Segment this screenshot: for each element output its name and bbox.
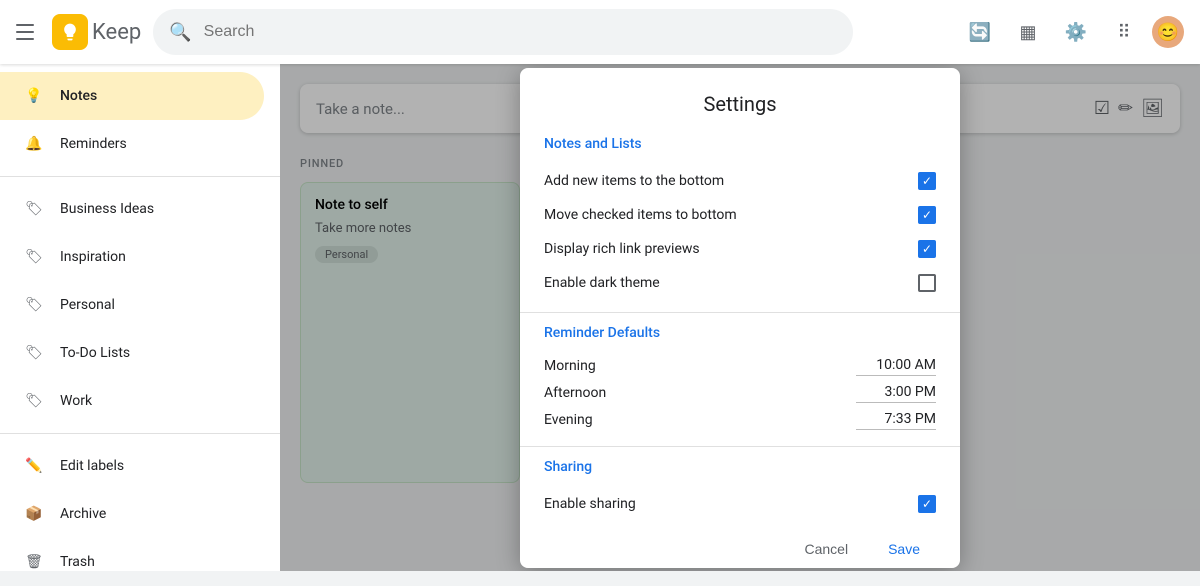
display-rich-label: Display rich link previews [544, 241, 700, 257]
sidebar-item-trash-label: Trash [60, 554, 95, 570]
sidebar-item-reminders-label: Reminders [60, 136, 127, 152]
sidebar-item-edit-labels[interactable]: ✏️ Edit labels [0, 442, 264, 490]
label-icon-5: 🏷 [24, 391, 44, 411]
evening-value[interactable]: 7:33 PM [856, 411, 936, 430]
avatar[interactable]: 😊 [1152, 16, 1184, 48]
archive-icon: 📦 [24, 504, 44, 524]
main-content: Take a note... ☑ ✏ 🖼 PINNED Note to self… [280, 64, 1200, 571]
sidebar: 💡 Notes 🔔 Reminders 🏷 Business Ideas 🏷 I… [0, 64, 280, 571]
apps-button[interactable]: ⠿ [1104, 12, 1144, 52]
bell-icon: 🔔 [24, 134, 44, 154]
topbar: Keep 🔍 🔄 ▦ ⚙️ ⠿ 😊 [0, 0, 1200, 64]
view-toggle-button[interactable]: ▦ [1008, 12, 1048, 52]
search-bar[interactable]: 🔍 [153, 9, 853, 55]
sidebar-item-personal[interactable]: 🏷 Personal [0, 281, 264, 329]
label-icon-2: 🏷 [24, 247, 44, 267]
sidebar-item-inspiration[interactable]: 🏷 Inspiration [0, 233, 264, 281]
sidebar-item-edit-labels-label: Edit labels [60, 458, 124, 474]
settings-row-dark-theme: Enable dark theme [520, 266, 960, 300]
sidebar-item-todo-lists-label: To-Do Lists [60, 345, 130, 361]
evening-time-row: Evening 7:33 PM [520, 407, 960, 434]
topbar-left: Keep [16, 14, 141, 50]
label-icon-4: 🏷 [24, 343, 44, 363]
sidebar-item-work-label: Work [60, 393, 92, 409]
sidebar-divider-2 [0, 433, 280, 434]
label-icon-3: 🏷 [24, 295, 44, 315]
settings-divider-1 [520, 312, 960, 313]
enable-sharing-label: Enable sharing [544, 496, 636, 512]
afternoon-label: Afternoon [544, 385, 606, 401]
move-checked-checkbox[interactable] [918, 206, 936, 224]
sidebar-item-notes-label: Notes [60, 88, 97, 104]
settings-row-add-new-items: Add new items to the bottom [520, 164, 960, 198]
sidebar-item-business-ideas[interactable]: 🏷 Business Ideas [0, 185, 264, 233]
add-new-items-label: Add new items to the bottom [544, 173, 724, 189]
notes-lists-section-title: Notes and Lists [520, 136, 960, 152]
bulb-icon: 💡 [24, 86, 44, 106]
settings-row-enable-sharing: Enable sharing [520, 487, 960, 521]
settings-title: Settings [520, 92, 960, 116]
trash-icon: 🗑 [24, 552, 44, 572]
search-input[interactable] [204, 23, 838, 41]
topbar-right: 🔄 ▦ ⚙️ ⠿ 😊 [960, 12, 1184, 52]
evening-label: Evening [544, 412, 593, 428]
logo: Keep [52, 14, 141, 50]
menu-icon[interactable] [16, 20, 40, 44]
refresh-button[interactable]: 🔄 [960, 12, 1000, 52]
enable-sharing-checkbox[interactable] [918, 495, 936, 513]
sidebar-item-archive[interactable]: 📦 Archive [0, 490, 264, 538]
sidebar-item-reminders[interactable]: 🔔 Reminders [0, 120, 264, 168]
settings-button[interactable]: ⚙️ [1056, 12, 1096, 52]
add-new-items-checkbox[interactable] [918, 172, 936, 190]
layout: 💡 Notes 🔔 Reminders 🏷 Business Ideas 🏷 I… [0, 64, 1200, 571]
sharing-section-title: Sharing [520, 459, 960, 475]
dark-theme-label: Enable dark theme [544, 275, 660, 291]
save-button[interactable]: Save [872, 533, 936, 565]
sidebar-item-archive-label: Archive [60, 506, 106, 522]
morning-label: Morning [544, 358, 596, 374]
sidebar-item-business-ideas-label: Business Ideas [60, 201, 154, 217]
sidebar-divider-1 [0, 176, 280, 177]
reminder-defaults-section-title: Reminder Defaults [520, 325, 960, 341]
settings-footer: Cancel Save [520, 521, 960, 565]
sidebar-item-trash[interactable]: 🗑 Trash [0, 538, 264, 586]
settings-row-move-checked: Move checked items to bottom [520, 198, 960, 232]
logo-text: Keep [92, 20, 141, 45]
label-icon-1: 🏷 [24, 199, 44, 219]
move-checked-label: Move checked items to bottom [544, 207, 737, 223]
afternoon-value[interactable]: 3:00 PM [856, 384, 936, 403]
overlay[interactable]: Settings Notes and Lists Add new items t… [280, 64, 1200, 571]
morning-time-row: Morning 10:00 AM [520, 353, 960, 380]
settings-dialog: Settings Notes and Lists Add new items t… [520, 68, 960, 568]
pencil-icon: ✏️ [24, 456, 44, 476]
settings-row-display-rich: Display rich link previews [520, 232, 960, 266]
sidebar-item-work[interactable]: 🏷 Work [0, 377, 264, 425]
morning-value[interactable]: 10:00 AM [856, 357, 936, 376]
afternoon-time-row: Afternoon 3:00 PM [520, 380, 960, 407]
display-rich-checkbox[interactable] [918, 240, 936, 258]
search-icon: 🔍 [169, 22, 191, 43]
dark-theme-checkbox[interactable] [918, 274, 936, 292]
sidebar-item-inspiration-label: Inspiration [60, 249, 126, 265]
settings-divider-2 [520, 446, 960, 447]
sidebar-item-personal-label: Personal [60, 297, 115, 313]
logo-icon [52, 14, 88, 50]
sidebar-item-notes[interactable]: 💡 Notes [0, 72, 264, 120]
sidebar-item-todo-lists[interactable]: 🏷 To-Do Lists [0, 329, 264, 377]
cancel-button[interactable]: Cancel [788, 533, 864, 565]
